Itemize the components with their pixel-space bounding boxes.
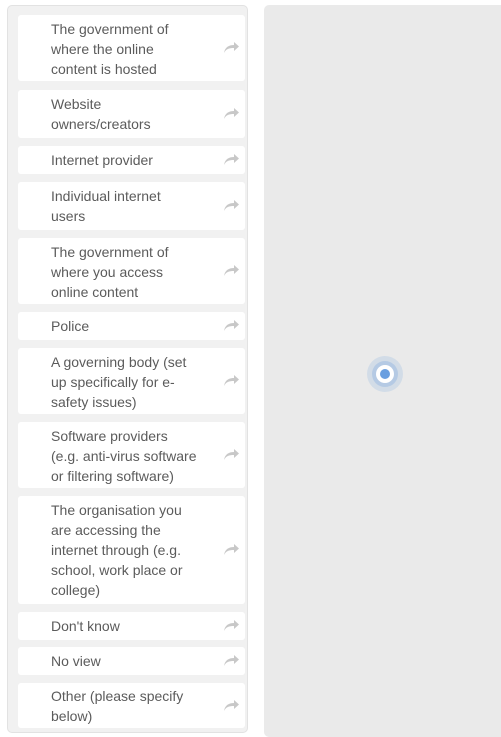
share-arrow-icon xyxy=(224,265,239,276)
share-arrow-icon xyxy=(224,375,239,386)
share-arrow-icon xyxy=(224,655,239,666)
option-label: Don't know xyxy=(51,618,120,634)
option-item[interactable]: Police xyxy=(18,312,245,340)
option-label: A governing body (set up specifically fo… xyxy=(51,354,187,410)
option-label: The organisation you are accessing the i… xyxy=(51,502,183,598)
option-label: Internet provider xyxy=(51,152,153,168)
option-item[interactable]: No view xyxy=(18,647,245,675)
option-label: The government of where you access onlin… xyxy=(51,244,169,300)
option-item[interactable]: Website owners/creators xyxy=(18,90,245,138)
option-item[interactable]: The government of where you access onlin… xyxy=(18,238,245,304)
share-arrow-icon xyxy=(224,544,239,555)
share-arrow-icon xyxy=(224,449,239,460)
option-item[interactable]: Software providers (e.g. anti-virus soft… xyxy=(18,422,245,488)
option-label: Other (please specify below) xyxy=(51,688,184,724)
option-item[interactable]: The government of where the online conte… xyxy=(18,15,245,81)
option-item[interactable]: A governing body (set up specifically fo… xyxy=(18,348,245,414)
option-item[interactable]: Internet provider xyxy=(18,146,245,174)
share-arrow-icon xyxy=(224,200,239,211)
options-list: The government of where the online conte… xyxy=(7,5,248,733)
option-item[interactable]: Don't know xyxy=(18,612,245,640)
share-arrow-icon xyxy=(224,699,239,711)
share-arrow-icon xyxy=(224,154,239,165)
option-label: Software providers (e.g. anti-virus soft… xyxy=(51,428,197,484)
option-item[interactable]: Other (please specify below) xyxy=(18,683,245,728)
share-arrow-icon xyxy=(224,42,239,53)
option-label: Individual internet users xyxy=(51,188,161,224)
option-item[interactable]: The organisation you are accessing the i… xyxy=(18,496,245,604)
option-item[interactable]: Individual internet users xyxy=(18,182,245,230)
option-label: No view xyxy=(51,653,101,669)
option-label: The government of where the online conte… xyxy=(51,21,169,77)
option-label: Police xyxy=(51,318,90,334)
share-arrow-icon xyxy=(224,108,239,119)
target-dot-icon xyxy=(367,356,403,392)
share-arrow-icon xyxy=(224,320,239,331)
share-arrow-icon xyxy=(224,620,239,631)
option-label: Website owners/creators xyxy=(51,96,151,132)
